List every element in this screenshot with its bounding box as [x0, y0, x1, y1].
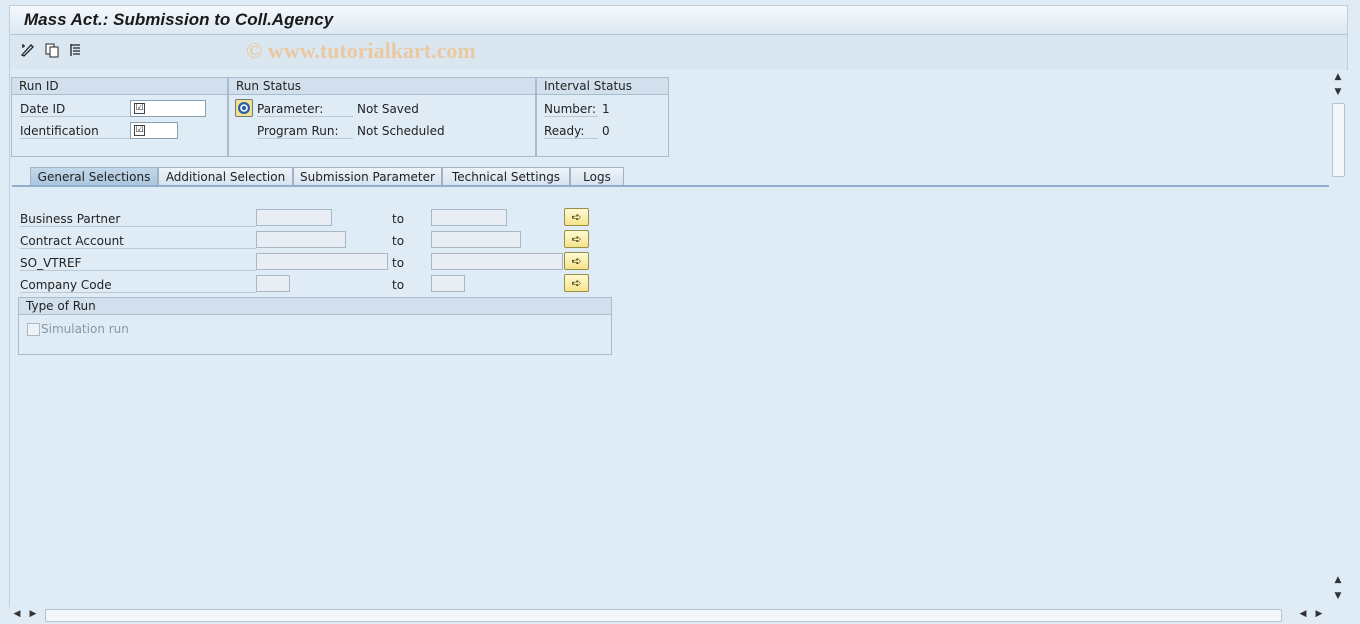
copy-icon[interactable] [44, 42, 60, 58]
identification-input[interactable]: ☑ [130, 122, 178, 139]
business-partner-label: Business Partner [20, 212, 256, 227]
interval-status-header: Interval Status [537, 78, 668, 95]
type-of-run-header: Type of Run [19, 298, 611, 315]
scroll-thumb[interactable] [1332, 103, 1345, 177]
company-code-from-input[interactable] [256, 275, 290, 292]
so-vtref-to-input[interactable] [431, 253, 563, 270]
so-vtref-from-input[interactable] [256, 253, 388, 270]
tab-technical-settings[interactable]: Technical Settings [442, 167, 570, 186]
date-id-input[interactable]: ☑ [130, 100, 206, 117]
scroll-right-icon[interactable]: ▶ [1311, 609, 1327, 619]
simulation-run-checkbox[interactable] [27, 323, 40, 336]
refresh-button[interactable] [235, 99, 253, 117]
vertical-scrollbar[interactable]: ▲ ▼ ▲ ▼ [1330, 69, 1346, 607]
scroll-up-bottom-icon[interactable]: ▲ [1330, 575, 1346, 585]
program-run-label: Program Run: [257, 124, 353, 139]
run-id-header: Run ID [12, 78, 227, 95]
scroll-down-small-icon[interactable]: ▼ [1330, 87, 1346, 97]
date-id-label: Date ID [20, 102, 130, 117]
number-value: 1 [602, 102, 610, 116]
watermark: © www.tutorialkart.com [246, 38, 476, 63]
contract-account-from-input[interactable] [256, 231, 346, 248]
scroll-right-small-icon[interactable]: ▶ [25, 609, 41, 619]
tab-general-selections[interactable]: General Selections [30, 167, 158, 186]
business-partner-multiple-selection-button[interactable]: ➪ [564, 208, 589, 226]
identification-label: Identification [20, 124, 130, 139]
number-label: Number: [544, 102, 598, 117]
so-vtref-multiple-selection-button[interactable]: ➪ [564, 252, 589, 270]
check-icon: ☑ [134, 125, 145, 136]
to-label: to [392, 256, 405, 270]
interval-status-box: Interval Status [536, 77, 669, 157]
company-code-multiple-selection-button[interactable]: ➪ [564, 274, 589, 292]
horizontal-scrollbar[interactable]: ◀ ▶ ◀ ▶ [9, 607, 1346, 624]
parameter-value: Not Saved [357, 102, 419, 116]
run-status-box: Run Status [228, 77, 536, 157]
contract-account-label: Contract Account [20, 234, 256, 249]
ready-value: 0 [602, 124, 610, 138]
refresh-icon [238, 102, 250, 114]
simulation-run-label: Simulation run [41, 322, 129, 336]
display-icon[interactable] [68, 42, 84, 58]
edit-icon[interactable] [20, 42, 36, 58]
contract-account-multiple-selection-button[interactable]: ➪ [564, 230, 589, 248]
check-icon: ☑ [134, 103, 145, 114]
scroll-down-icon[interactable]: ▼ [1330, 591, 1346, 601]
scroll-left-icon[interactable]: ◀ [9, 609, 25, 619]
tab-additional-selection[interactable]: Additional Selection [158, 167, 293, 186]
so-vtref-label: SO_VTREF [20, 256, 256, 271]
program-run-value: Not Scheduled [357, 124, 445, 138]
scroll-up-icon[interactable]: ▲ [1330, 72, 1346, 82]
application-toolbar [9, 34, 1348, 70]
company-code-label: Company Code [20, 278, 256, 293]
tab-strip-line [12, 185, 1329, 187]
to-label: to [392, 278, 405, 292]
tab-submission-parameter[interactable]: Submission Parameter [293, 167, 442, 186]
horizontal-scroll-thumb[interactable] [45, 609, 1282, 622]
tab-logs[interactable]: Logs [570, 167, 624, 186]
run-id-box: Run ID [11, 77, 228, 157]
scroll-left-end-icon[interactable]: ◀ [1295, 609, 1311, 619]
to-label: to [392, 212, 405, 226]
business-partner-from-input[interactable] [256, 209, 332, 226]
contract-account-to-input[interactable] [431, 231, 521, 248]
company-code-to-input[interactable] [431, 275, 465, 292]
parameter-label: Parameter: [257, 102, 353, 117]
run-status-header: Run Status [229, 78, 535, 95]
business-partner-to-input[interactable] [431, 209, 507, 226]
window-title: Mass Act.: Submission to Coll.Agency [24, 10, 334, 29]
title-bar: Mass Act.: Submission to Coll.Agency [9, 5, 1348, 34]
ready-label: Ready: [544, 124, 598, 139]
to-label: to [392, 234, 405, 248]
